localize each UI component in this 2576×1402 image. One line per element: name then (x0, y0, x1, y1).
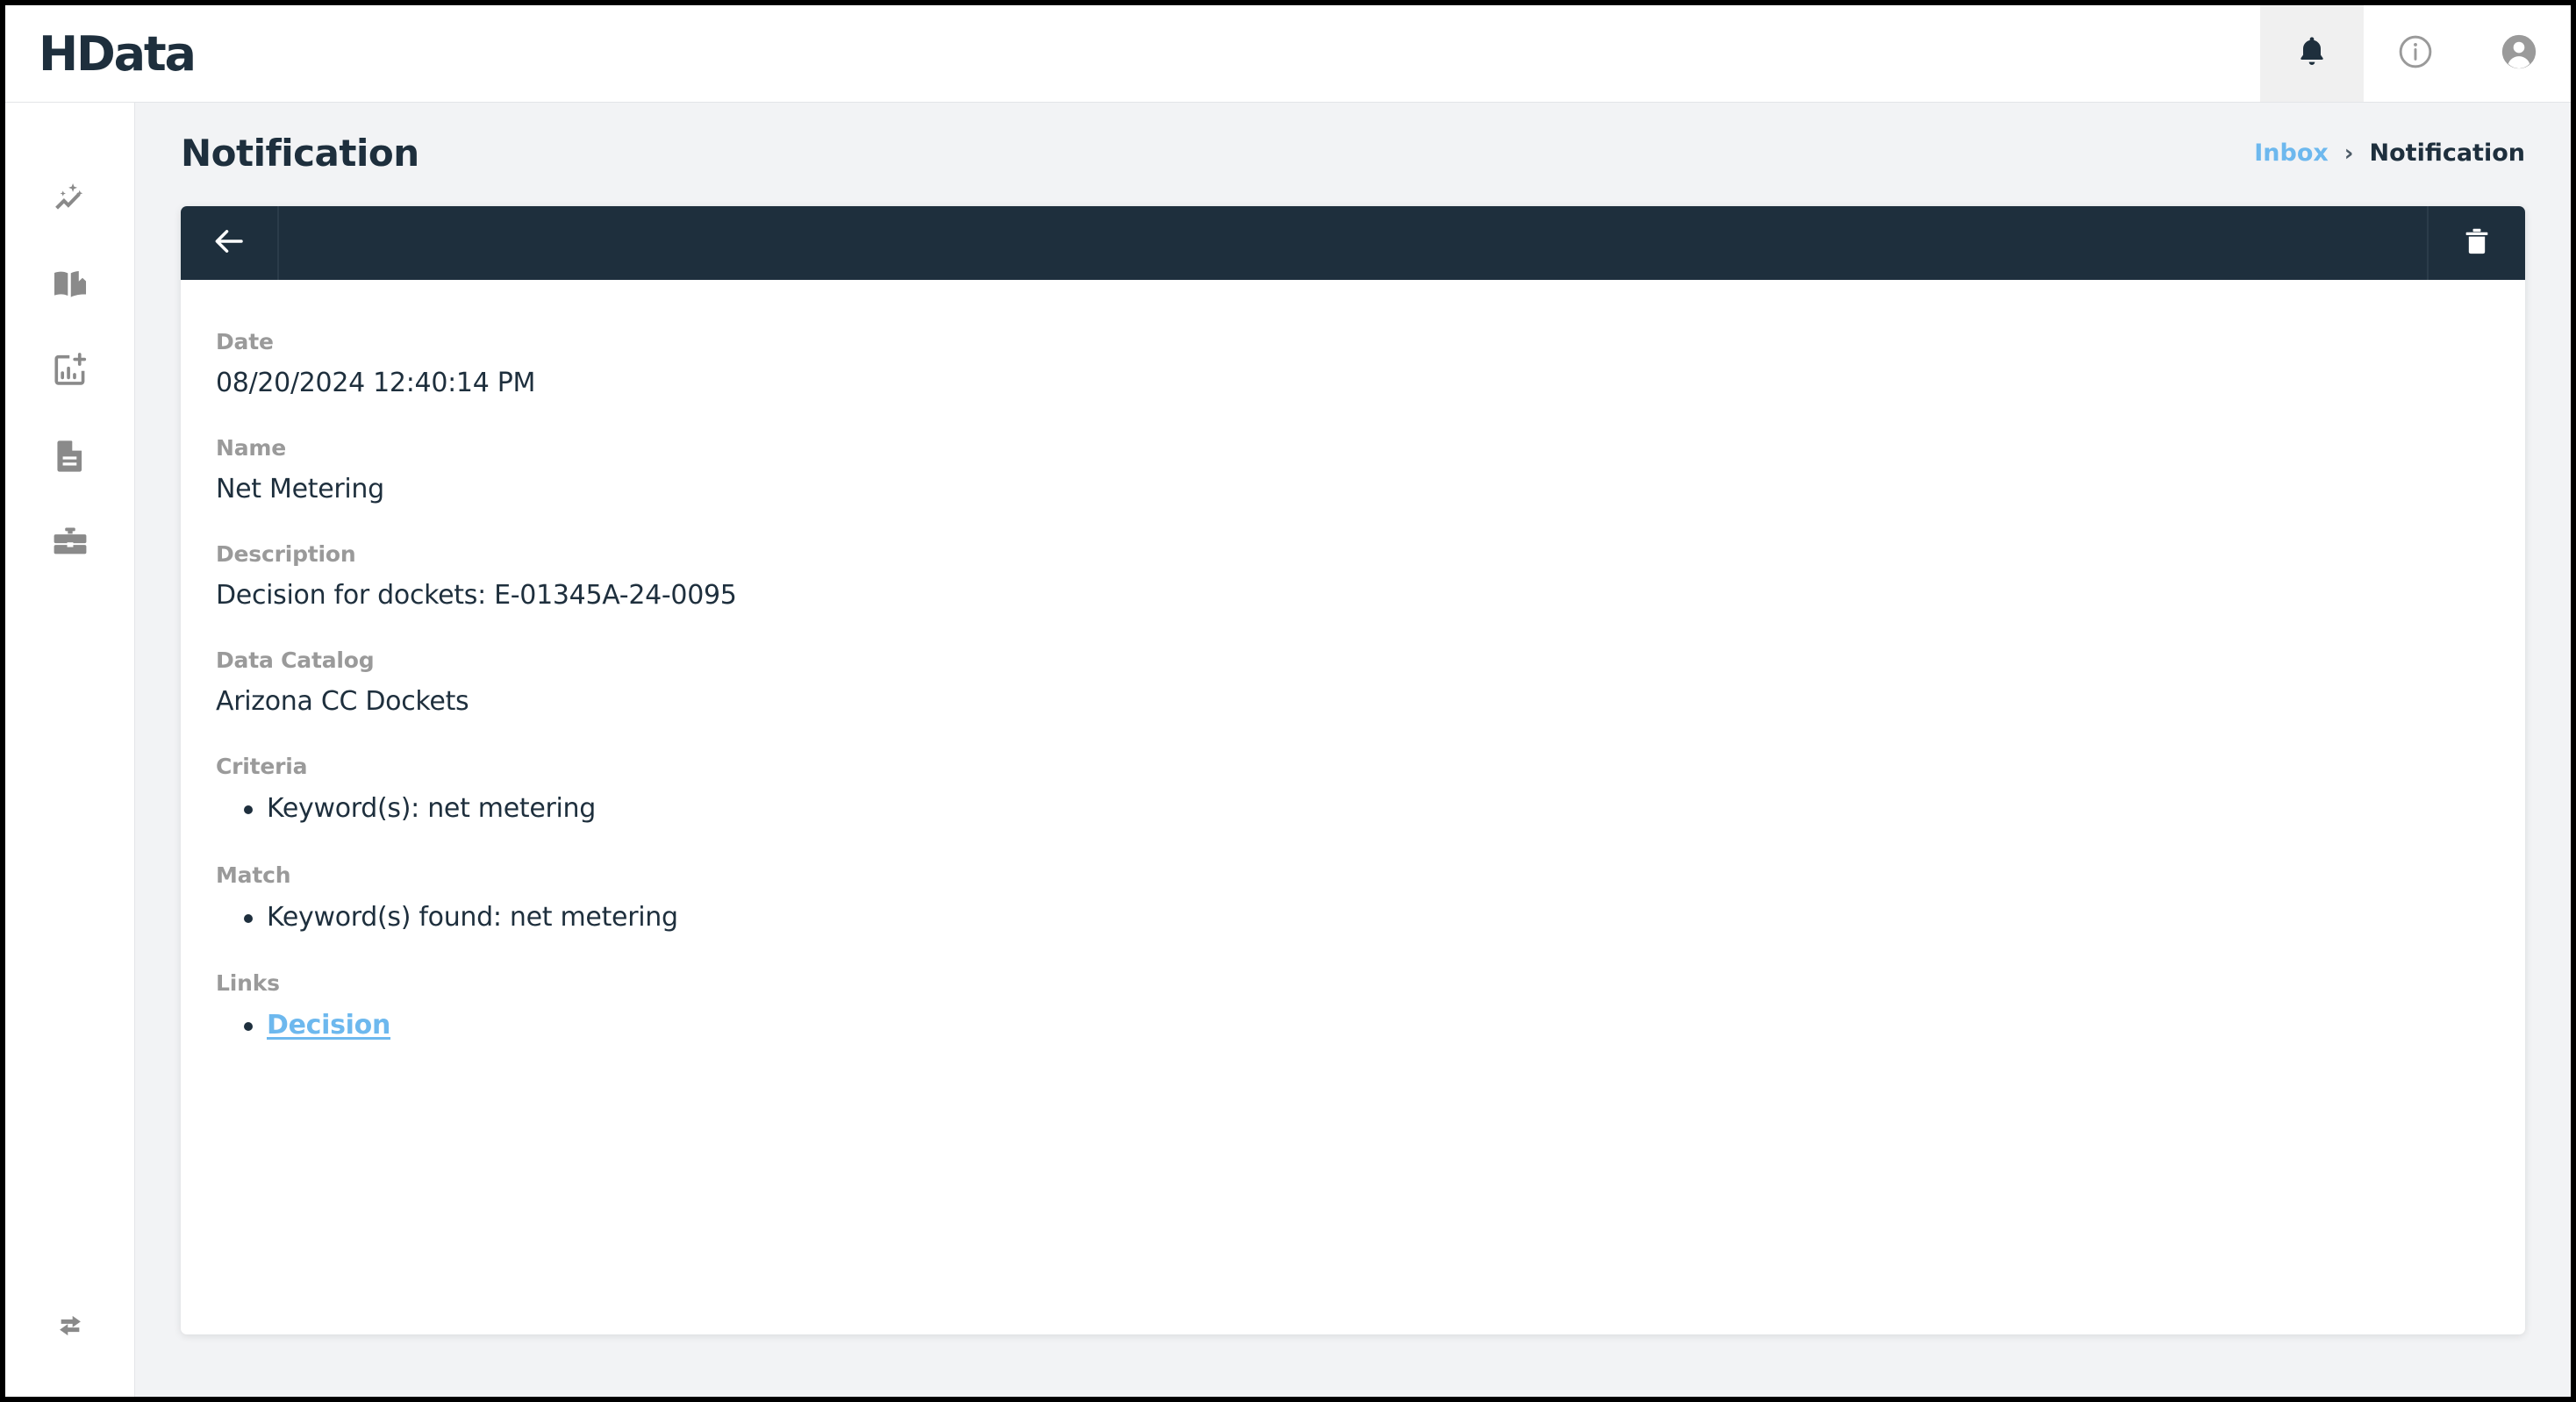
links-label: Links (216, 970, 280, 996)
criteria-list: Keyword(s): net metering (216, 792, 2525, 826)
documents-icon (50, 436, 90, 481)
notification-card: Date 08/20/2024 12:40:14 PM Name Net Met… (181, 206, 2525, 1334)
chevron-right-icon: › (2343, 139, 2354, 167)
sidebar (5, 103, 135, 1397)
date-value: 08/20/2024 12:40:14 PM (216, 368, 536, 398)
insights-icon (50, 178, 90, 223)
sidebar-footer (28, 1284, 112, 1397)
main-content: Notification Inbox › Notification Date 0… (135, 103, 2571, 1397)
back-button[interactable] (181, 206, 277, 280)
library-icon (50, 264, 90, 309)
notification-details: Date 08/20/2024 12:40:14 PM Name Net Met… (181, 280, 2525, 1042)
description-label: Description (216, 541, 356, 567)
header-actions (2260, 5, 2571, 102)
match-list: Keyword(s) found: net metering (216, 901, 2525, 934)
account-button[interactable] (2467, 5, 2571, 102)
app-window: HData Notification Inbox › Notification … (5, 5, 2571, 1397)
breadcrumb-current: Notification (2369, 139, 2525, 167)
toolbox-icon (50, 522, 90, 567)
arrow-left-icon (211, 223, 247, 264)
field-links: Links Decision (216, 970, 2525, 1042)
delete-button[interactable] (2429, 206, 2525, 280)
links-list: Decision (216, 1009, 2525, 1042)
field-match: Match Keyword(s) found: net metering (216, 862, 2525, 934)
field-criteria: Criteria Keyword(s): net metering (216, 754, 2525, 826)
page-header: Notification Inbox › Notification (135, 103, 2571, 204)
decision-link[interactable]: Decision (267, 1010, 390, 1041)
info-button[interactable] (2364, 5, 2467, 102)
sidebar-item-insights[interactable] (28, 157, 112, 243)
info-icon (2396, 32, 2435, 75)
expand-collapse-button[interactable] (28, 1284, 112, 1370)
account-icon (2499, 32, 2539, 76)
data-catalog-label: Data Catalog (216, 647, 375, 673)
field-description: Description Decision for dockets: E-0134… (216, 541, 2525, 611)
match-label: Match (216, 862, 291, 888)
description-value: Decision for dockets: E-01345A-24-0095 (216, 580, 737, 611)
sidebar-item-library[interactable] (28, 243, 112, 329)
name-value: Net Metering (216, 474, 384, 504)
card-toolbar (181, 206, 2525, 280)
app-header: HData (5, 5, 2571, 103)
list-item: Decision (216, 1009, 2525, 1042)
app-logo[interactable]: HData (5, 5, 2260, 102)
breadcrumb-inbox-link[interactable]: Inbox (2254, 139, 2329, 167)
page-title: Notification (181, 132, 419, 175)
name-label: Name (216, 435, 286, 461)
expand-collapse-icon (50, 1305, 90, 1350)
new-report-icon (50, 350, 90, 395)
sidebar-item-documents[interactable] (28, 415, 112, 501)
sidebar-item-new-report[interactable] (28, 329, 112, 415)
field-date: Date 08/20/2024 12:40:14 PM (216, 329, 2525, 398)
list-item: Keyword(s) found: net metering (216, 901, 2525, 934)
notifications-button[interactable] (2260, 5, 2364, 102)
notifications-icon (2294, 32, 2329, 75)
list-item: Keyword(s): net metering (216, 792, 2525, 826)
data-catalog-value: Arizona CC Dockets (216, 686, 469, 717)
field-name: Name Net Metering (216, 435, 2525, 504)
sidebar-items (28, 103, 112, 587)
breadcrumb: Inbox › Notification (2254, 139, 2525, 167)
field-data-catalog: Data Catalog Arizona CC Dockets (216, 647, 2525, 717)
logo-text: HData (39, 25, 197, 82)
criteria-label: Criteria (216, 754, 308, 779)
sidebar-item-toolbox[interactable] (28, 501, 112, 587)
trash-icon (2460, 224, 2494, 263)
date-label: Date (216, 329, 274, 354)
